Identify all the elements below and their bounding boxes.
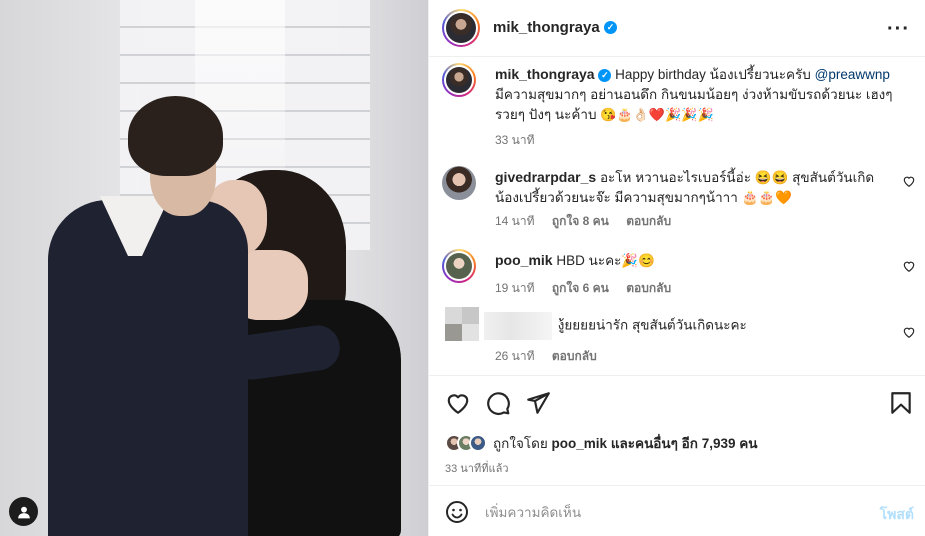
comment-bubble-icon[interactable]: [485, 390, 511, 416]
liker-avatar[interactable]: [469, 434, 487, 452]
save-bookmark-icon[interactable]: [888, 390, 914, 416]
comment-like-count[interactable]: ถูกใจ 8 คน: [552, 214, 609, 228]
comment-like-heart-icon[interactable]: [902, 259, 916, 273]
user-icon: [17, 506, 30, 518]
comment-time[interactable]: 26 นาที: [495, 349, 535, 363]
verified-badge-icon: ✓: [604, 21, 617, 34]
photo-man-hair: [128, 96, 223, 176]
emoji-smiley-icon[interactable]: [445, 500, 469, 524]
caption-text-1: Happy birthday น้องเปรี้ยวนะครับ: [615, 67, 811, 82]
caption-verified-badge-icon: ✓: [598, 68, 612, 82]
comment-reply-button[interactable]: ตอบกลับ: [626, 281, 671, 295]
author-username[interactable]: mik_thongraya: [493, 19, 600, 36]
caption-username[interactable]: mik_thongraya: [495, 66, 595, 82]
comment-meta: 19 นาที ถูกใจ 6 คน ตอบกลับ: [495, 279, 685, 298]
author-avatar[interactable]: [442, 9, 480, 47]
post-actions: ถูกใจโดย poo_mik และคนอื่นๆ อีก 7,939 คน…: [429, 375, 925, 485]
caption-text: mik_thongraya ✓ Happy birthday น้องเปรี้…: [495, 64, 895, 125]
post-header: mik_thongraya ✓ ···: [429, 0, 925, 57]
comment-time[interactable]: 14 นาที: [495, 214, 535, 228]
like-heart-icon[interactable]: [445, 390, 471, 416]
comment-like-heart-icon[interactable]: [902, 174, 916, 188]
comment-reply-button[interactable]: ตอบกลับ: [626, 214, 671, 228]
comment-like-heart-icon[interactable]: [902, 325, 916, 339]
comment-avatar[interactable]: [442, 249, 476, 283]
tagged-users-button[interactable]: [9, 497, 38, 526]
comment-text: งู้ยยยยน่ารัก สุขสันต์วันเกิดนะคะ: [484, 312, 884, 340]
liked-by-prefix: ถูกใจโดย: [493, 436, 548, 451]
liked-by-row: ถูกใจโดย poo_mik และคนอื่นๆ อีก 7,939 คน: [445, 432, 758, 454]
liked-by-text: ถูกใจโดย poo_mik และคนอื่นๆ อีก 7,939 คน: [493, 432, 758, 454]
liked-by-others[interactable]: และคนอื่นๆ อีก 7,939 คน: [611, 436, 758, 451]
post-time-ago[interactable]: 33 นาทีที่แล้ว: [445, 459, 509, 477]
likes-count: 7,939: [701, 436, 736, 451]
comment-avatar[interactable]: [442, 166, 476, 200]
comment-username-blurred[interactable]: [484, 312, 552, 340]
liked-by-user[interactable]: poo_mik: [552, 436, 608, 451]
post-comment-button[interactable]: โพสต์: [880, 504, 914, 526]
comment-meta: 14 นาที ถูกใจ 8 คน ตอบกลับ: [495, 212, 685, 231]
post-photo[interactable]: [0, 0, 428, 536]
comments-list: mik_thongraya ✓ Happy birthday น้องเปรี้…: [429, 57, 925, 375]
comment-meta: 26 นาที ตอบกลับ: [495, 347, 611, 366]
caption-avatar[interactable]: [442, 63, 476, 97]
caption-mention-link[interactable]: @preawwnp: [815, 67, 890, 82]
post-side-panel: mik_thongraya ✓ ··· mik_thongraya ✓ Happ…: [428, 0, 925, 536]
comment-time[interactable]: 19 นาที: [495, 281, 535, 295]
comment-reply-button[interactable]: ตอบกลับ: [552, 349, 597, 363]
comment-body: HBD นะคะ🎉😊: [556, 253, 655, 268]
photo-man-jacket: [48, 200, 248, 536]
comment-username[interactable]: givedrarpdar_s: [495, 169, 596, 185]
more-options-icon[interactable]: ···: [887, 18, 910, 41]
comment-body: งู้ยยยยน่ารัก สุขสันต์วันเกิดนะคะ: [557, 317, 747, 333]
share-send-icon[interactable]: [525, 390, 551, 416]
caption-emojis: 😘🎂👌🏻❤️🎉🎉🎉: [600, 107, 714, 122]
comment-text: givedrarpdar_s อะโห หวานอะไรเบอร์นี้อ่ะ …: [495, 167, 895, 208]
comment-avatar-blurred[interactable]: [445, 307, 479, 341]
comment-text: poo_mik HBD นะคะ🎉😊: [495, 250, 895, 271]
comment-like-count[interactable]: ถูกใจ 6 คน: [552, 281, 609, 295]
comment-input[interactable]: [485, 500, 855, 524]
comment-username[interactable]: poo_mik: [495, 252, 553, 268]
caption-time[interactable]: 33 นาที: [495, 133, 535, 147]
caption-meta: 33 นาที: [495, 131, 549, 150]
comment-composer: โพสต์: [429, 485, 925, 536]
